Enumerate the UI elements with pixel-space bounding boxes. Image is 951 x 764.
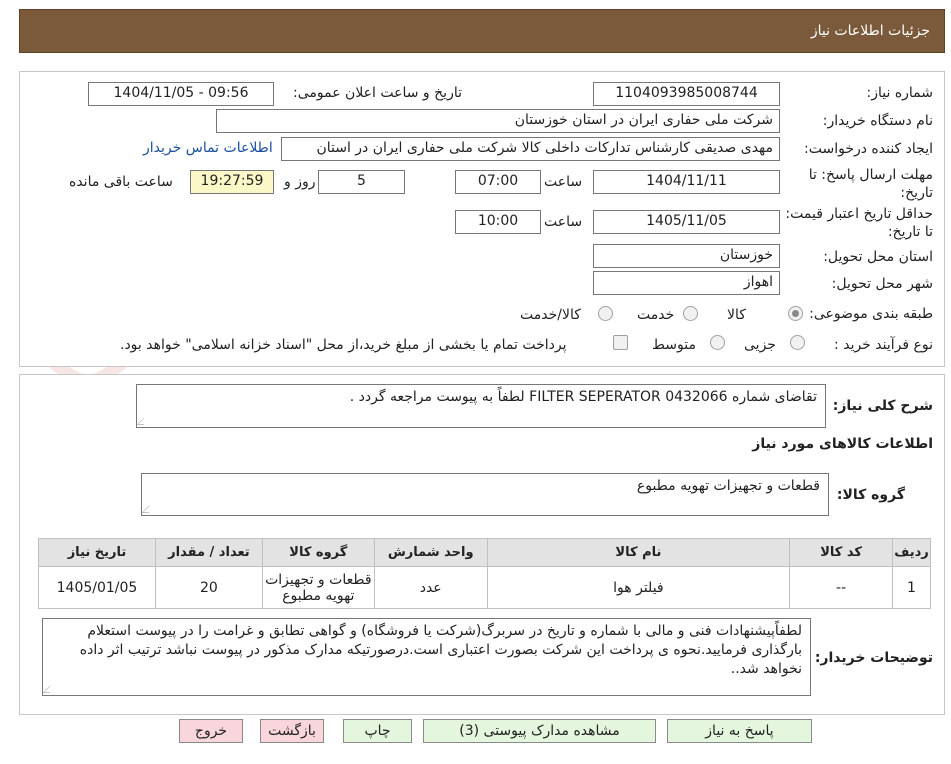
resize-grip-icon[interactable] bbox=[43, 686, 57, 693]
delivery-province-label: استان محل تحویل: bbox=[823, 249, 933, 265]
items-table-header: ردیف کد کالا نام کالا واحد شمارش گروه کا… bbox=[38, 538, 931, 567]
goods-group-field: قطعات و تجهیزات تهویه مطبوع bbox=[141, 473, 829, 516]
cell-code: -- bbox=[789, 566, 894, 609]
days-and-label: روز و bbox=[284, 174, 316, 190]
price-validity-date-field: 1405/11/05 bbox=[593, 210, 780, 234]
col-need-date: تاریخ نیاز bbox=[38, 538, 156, 567]
cell-group: قطعات و تجهیزات تهویه مطبوع bbox=[261, 566, 375, 609]
price-validity-time-label: ساعت bbox=[544, 214, 583, 230]
price-validity-label-text: حداقل تاریخ اعتبار قیمت: تا تاریخ: bbox=[785, 206, 933, 240]
requester-label: ایجاد کننده درخواست: bbox=[804, 141, 933, 157]
reply-time-field: 07:00 bbox=[455, 170, 541, 194]
col-group: گروه کالا bbox=[261, 538, 375, 567]
goods-group-text: قطعات و تجهیزات تهویه مطبوع bbox=[636, 478, 820, 494]
resize-grip-icon[interactable] bbox=[142, 506, 156, 513]
col-code: کد کالا bbox=[789, 538, 894, 567]
col-qty: تعداد / مقدار bbox=[154, 538, 263, 567]
cell-need-date: 1405/01/05 bbox=[38, 566, 156, 609]
col-row: ردیف bbox=[892, 538, 931, 567]
category-goods-radio[interactable] bbox=[788, 306, 803, 321]
view-attachments-button[interactable]: مشاهده مدارک پیوستی (3) bbox=[423, 719, 656, 743]
category-goods-service-radio[interactable] bbox=[598, 306, 613, 321]
cell-qty: 20 bbox=[154, 566, 263, 609]
col-name: نام کالا bbox=[486, 538, 791, 567]
col-unit: واحد شمارش bbox=[373, 538, 488, 567]
back-button[interactable]: بازگشت bbox=[260, 719, 324, 743]
buyer-notes-label: توضیحات خریدار: bbox=[814, 650, 933, 666]
process-minor-radio[interactable] bbox=[790, 335, 805, 350]
category-goods-service-label: کالا/خدمت bbox=[520, 307, 581, 323]
reply-deadline-label-text: مهلت ارسال پاسخ: تا تاریخ: bbox=[808, 167, 933, 201]
buyer-org-field: شرکت ملی حفاری ایران در استان خوزستان bbox=[216, 109, 780, 133]
delivery-city-field: اهواز bbox=[593, 271, 780, 295]
requester-field: مهدی صدیقی کارشناس تدارکات داخلی کالا شر… bbox=[281, 137, 780, 161]
cell-unit: عدد bbox=[373, 566, 488, 609]
process-medium-label: متوسط bbox=[652, 337, 696, 353]
buyer-notes-field: لطفاًپیشنهادات فنی و مالی با شماره و تار… bbox=[42, 618, 811, 696]
buyer-contact-link[interactable]: اطلاعات تماس خریدار bbox=[143, 140, 273, 156]
delivery-city-label: شهر محل تحویل: bbox=[831, 276, 933, 292]
reply-button[interactable]: پاسخ به نیاز bbox=[667, 719, 812, 743]
buyer-org-label: نام دستگاه خریدار: bbox=[822, 113, 933, 129]
goods-group-label: گروه کالا: bbox=[836, 487, 905, 503]
process-minor-label: جزیی bbox=[744, 337, 776, 353]
treasury-checkbox[interactable] bbox=[613, 335, 628, 350]
remaining-time-field: 19:27:59 bbox=[190, 170, 274, 194]
description-text: تقاضای شماره FILTER SEPERATOR 0432066 لط… bbox=[349, 389, 817, 405]
cell-row: 1 bbox=[892, 566, 931, 609]
process-medium-radio[interactable] bbox=[710, 335, 725, 350]
category-label: طبقه بندی موضوعی: bbox=[809, 306, 933, 322]
need-number-label: شماره نیاز: bbox=[866, 85, 934, 101]
page-header: جزئیات اطلاعات نیاز bbox=[19, 9, 945, 53]
items-table: ردیف کد کالا نام کالا واحد شمارش گروه کا… bbox=[38, 538, 931, 609]
goods-section-title: اطلاعات کالاهای مورد نیاز bbox=[752, 436, 933, 452]
announce-datetime-field: 1404/11/05 - 09:56 bbox=[88, 82, 274, 106]
category-service-label: خدمت bbox=[637, 307, 675, 323]
description-label: شرح کلی نیاز: bbox=[832, 398, 933, 414]
treasury-note: پرداخت تمام یا بخشی از مبلغ خرید،از محل … bbox=[120, 337, 567, 353]
category-service-radio[interactable] bbox=[683, 306, 698, 321]
purchase-process-label: نوع فرآیند خرید : bbox=[834, 337, 933, 353]
print-button[interactable]: چاپ bbox=[343, 719, 412, 743]
description-field: تقاضای شماره FILTER SEPERATOR 0432066 لط… bbox=[136, 384, 826, 428]
reply-date-field: 1404/11/11 bbox=[593, 170, 780, 194]
reply-time-label: ساعت bbox=[544, 174, 583, 190]
exit-button[interactable]: خروج bbox=[179, 719, 243, 743]
page-title: جزئیات اطلاعات نیاز bbox=[810, 23, 930, 39]
delivery-province-field: خوزستان bbox=[593, 244, 780, 268]
need-number-field: 1104093985008744 bbox=[593, 82, 780, 106]
price-validity-label: حداقل تاریخ اعتبار قیمت: تا تاریخ: bbox=[783, 205, 933, 241]
reply-deadline-label: مهلت ارسال پاسخ: تا تاریخ: bbox=[798, 166, 933, 202]
price-validity-time-field: 10:00 bbox=[455, 210, 541, 234]
category-goods-label: کالا bbox=[727, 307, 746, 323]
table-row[interactable]: 1 -- فیلتر هوا عدد قطعات و تجهیزات تهویه… bbox=[38, 566, 931, 609]
cell-name: فیلتر هوا bbox=[486, 566, 791, 609]
reply-days-field: 5 bbox=[318, 170, 405, 194]
buyer-notes-text: لطفاًپیشنهادات فنی و مالی با شماره و تار… bbox=[79, 623, 802, 677]
resize-grip-icon[interactable] bbox=[137, 418, 151, 425]
announce-datetime-label: تاریخ و ساعت اعلان عمومی: bbox=[293, 85, 462, 101]
remaining-time-label: ساعت باقی مانده bbox=[69, 174, 173, 190]
